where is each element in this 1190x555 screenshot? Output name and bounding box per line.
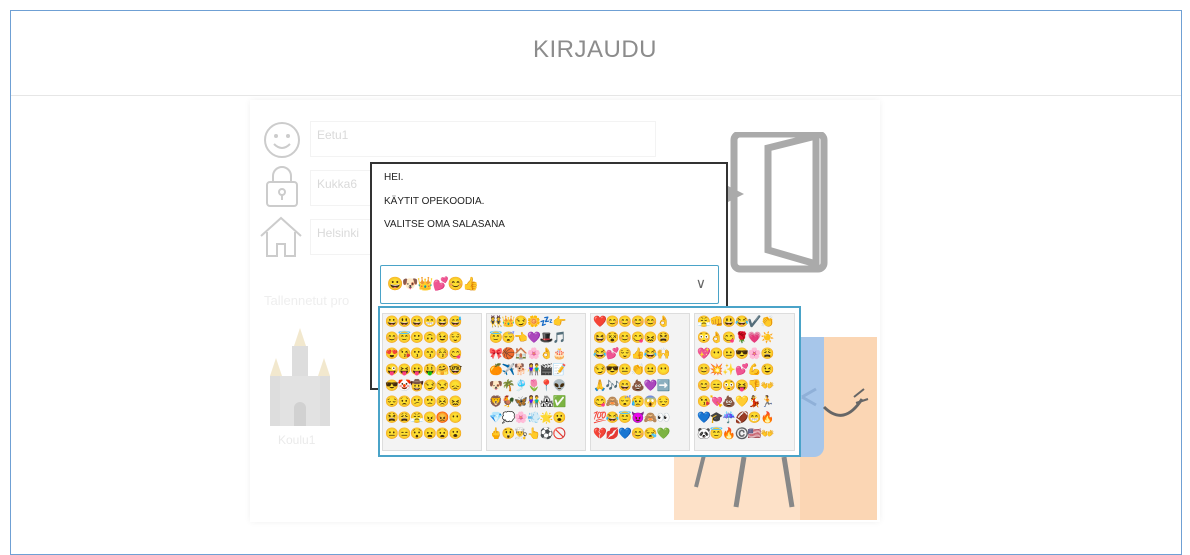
emoji-row[interactable]: ❤️😊😊😊😊👌 xyxy=(591,314,689,330)
emoji-row[interactable]: 🦁🐓🦋👫🏘✅ xyxy=(487,394,585,410)
emoji-row[interactable]: 💖😶😐😎🌸😩 xyxy=(695,346,794,362)
chevron-down-icon[interactable]: ∨ xyxy=(696,275,706,292)
lock-icon xyxy=(266,166,298,207)
emoji-row[interactable]: 😋🙈😴😥😱😔 xyxy=(591,394,689,410)
page-title: KIRJAUDU xyxy=(532,36,657,63)
emoji-row[interactable]: 🖕😲👨‍🍳👆⚽🚫 xyxy=(487,426,585,442)
emoji-row[interactable]: 😫😩😤😠😡😶 xyxy=(383,410,481,426)
emoji-row[interactable]: 😤👊😃😂✔️👏 xyxy=(695,314,794,330)
emoji-row[interactable]: 🎀🏀🏠🌸👌🎂 xyxy=(487,346,585,362)
emoji-row[interactable]: 😜😝😛🤑🤗🤓 xyxy=(383,362,481,378)
emoji-row[interactable]: 💎💭🌸💨🌟😮 xyxy=(487,410,585,426)
selected-emoji-password: 😀🐶👑💕😊👍 xyxy=(387,276,479,291)
dialog-message: KÄYTIT OPEKOODIA. xyxy=(384,196,485,207)
dialog-instruction: VALITSE OMA SALASANA xyxy=(384,219,505,230)
emoji-row[interactable]: 🙏🎶😄💩💜➡️ xyxy=(591,378,689,394)
emoji-row[interactable]: 😊😇🙂🙃😉😌 xyxy=(383,330,481,346)
emoji-row[interactable]: 😍😘😗😙😚😋 xyxy=(383,346,481,362)
smiley-icon xyxy=(264,122,300,158)
dialog-greeting: HEI. xyxy=(384,172,404,183)
emoji-password-select[interactable]: 😀🐶👑💕😊👍 ∨ xyxy=(380,265,719,304)
emoji-row[interactable]: 😀😃😄😁😆😅 xyxy=(383,314,481,330)
saved-profiles-label: Tallennetut pro xyxy=(264,293,350,308)
emoji-row[interactable]: 😎🤡🤠😏😒😞 xyxy=(383,378,481,394)
emoji-row[interactable]: 😆😵😊😋😖😫 xyxy=(591,330,689,346)
emoji-row[interactable]: 😊💥✨💕💪😉 xyxy=(695,362,794,378)
emoji-row[interactable]: 👯👑😏🌼💤👉 xyxy=(487,314,585,330)
emoji-panel-4[interactable]: 😤👊😃😂✔️👏 😳👌😋🌹💗☀️ 💖😶😐😎🌸😩 😊💥✨💕💪😉 😊😑😳😝👎👐 😘💘💩… xyxy=(694,313,795,451)
emoji-row[interactable]: 😘💘💩💛💃🏃 xyxy=(695,394,794,410)
emoji-row[interactable]: 🐶🌴🎐🌷📍👽 xyxy=(487,378,585,394)
emoji-row[interactable]: 😏😎😐👏😐😶 xyxy=(591,362,689,378)
emoji-row[interactable]: 🐼😇🔥©️🇺🇸👐 xyxy=(695,426,794,442)
emoji-row[interactable]: 😊😑😳😝👎👐 xyxy=(695,378,794,394)
emoji-row[interactable]: 😳👌😋🌹💗☀️ xyxy=(695,330,794,346)
username-field[interactable]: Eetu1 xyxy=(310,121,656,157)
castle-icon[interactable] xyxy=(268,328,332,428)
emoji-panel-2[interactable]: 👯👑😏🌼💤👉 😇😴👈💜🎩🎵 🎀🏀🏠🌸👌🎂 🍊✈️🐕👫🎬📝 🐶🌴🎐🌷📍👽 🦁🐓🦋👫… xyxy=(486,313,586,451)
emoji-row[interactable]: 💔💋💙😊😪💚 xyxy=(591,426,689,442)
saved-profile-name[interactable]: Koulu1 xyxy=(278,433,315,447)
door-icon[interactable] xyxy=(724,132,828,274)
emoji-row[interactable]: 💙🎓☔🏈😁🔥 xyxy=(695,410,794,426)
emoji-picker[interactable]: 😀😃😄😁😆😅 😊😇🙂🙃😉😌 😍😘😗😙😚😋 😜😝😛🤑🤗🤓 😎🤡🤠😏😒😞 😔😟😕🙁😣… xyxy=(378,306,801,457)
title-divider xyxy=(11,95,1181,96)
emoji-row[interactable]: 💯😂😇😈🙈👀 xyxy=(591,410,689,426)
emoji-row[interactable]: 🍊✈️🐕👫🎬📝 xyxy=(487,362,585,378)
emoji-row[interactable]: 😔😟😕🙁😣😖 xyxy=(383,394,481,410)
emoji-panel-1[interactable]: 😀😃😄😁😆😅 😊😇🙂🙃😉😌 😍😘😗😙😚😋 😜😝😛🤑🤗🤓 😎🤡🤠😏😒😞 😔😟😕🙁😣… xyxy=(382,313,482,451)
emoji-row[interactable]: 😇😴👈💜🎩🎵 xyxy=(487,330,585,346)
emoji-panel-3[interactable]: ❤️😊😊😊😊👌 😆😵😊😋😖😫 😂💕😌👍😂🙌 😏😎😐👏😐😶 🙏🎶😄💩💜➡️ 😋🙈😴… xyxy=(590,313,690,451)
home-icon xyxy=(260,216,302,257)
emoji-row[interactable]: 😐😑😯😦😧😮 xyxy=(383,426,481,442)
emoji-row[interactable]: 😂💕😌👍😂🙌 xyxy=(591,346,689,362)
